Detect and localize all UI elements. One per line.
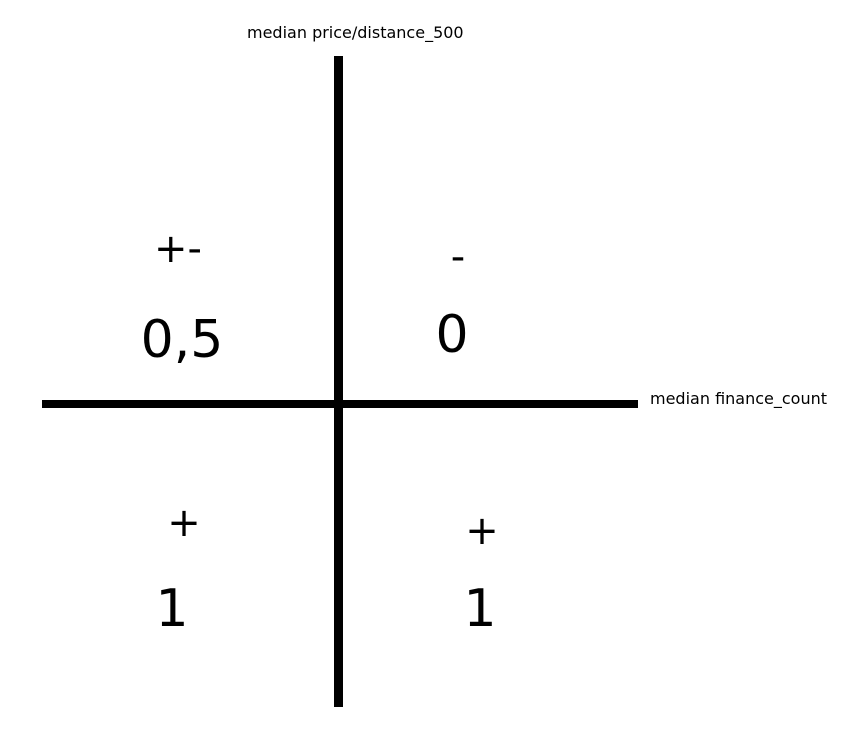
bottom-left-quadrant-value: 1 bbox=[155, 579, 189, 639]
bottom-right-quadrant-value: 1 bbox=[463, 579, 497, 639]
top-left-quadrant-sign: +- bbox=[154, 226, 202, 272]
top-left-quadrant-value: 0,5 bbox=[140, 310, 224, 370]
vertical-axis-line bbox=[334, 56, 343, 707]
x-axis-label: median finance_count bbox=[650, 389, 828, 408]
top-right-quadrant-sign: - bbox=[450, 234, 466, 280]
y-axis-label: median price/distance_500 bbox=[247, 23, 464, 42]
top-right-quadrant-value: 0 bbox=[435, 305, 469, 365]
horizontal-axis-line bbox=[42, 400, 638, 408]
bottom-right-quadrant-sign: + bbox=[465, 508, 499, 554]
bottom-left-quadrant-sign: + bbox=[167, 500, 201, 546]
